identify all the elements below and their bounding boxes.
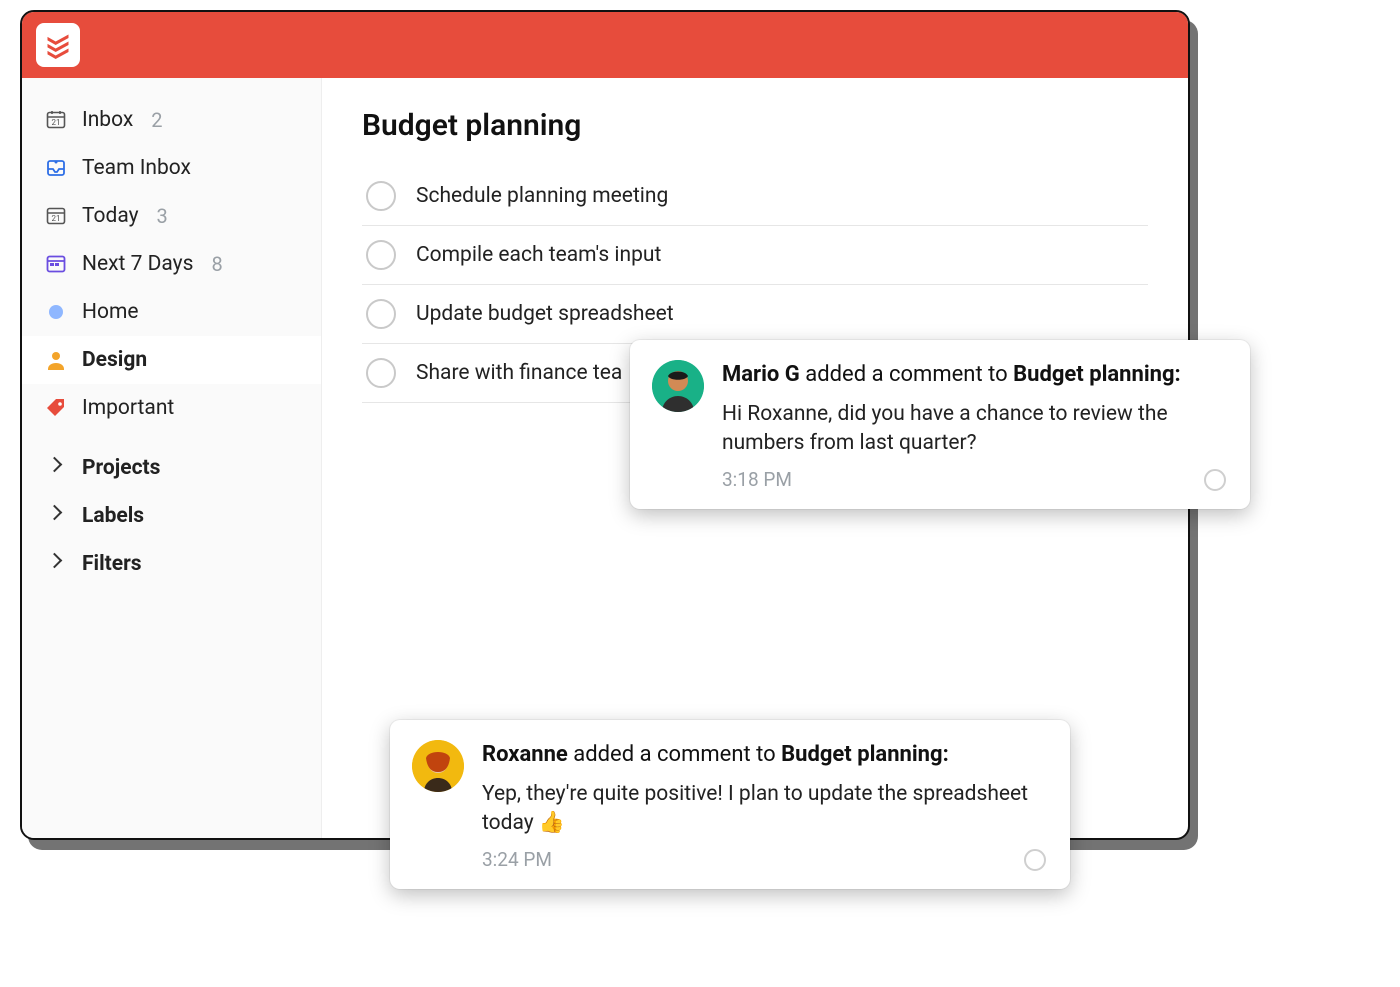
- task-row[interactable]: Update budget spreadsheet: [362, 285, 1148, 344]
- sidebar-item-design[interactable]: Design: [22, 336, 321, 384]
- person-icon: [44, 348, 68, 372]
- svg-text:21: 21: [52, 118, 61, 127]
- inbox-calendar-icon: 21: [44, 108, 68, 132]
- task-checkbox[interactable]: [366, 181, 396, 211]
- team-inbox-icon: [44, 156, 68, 180]
- sidebar-section-label: Projects: [82, 456, 160, 480]
- notification-target: Budget planning:: [781, 742, 949, 767]
- chevron-right-icon: [44, 456, 68, 480]
- sidebar-item-count: 8: [211, 252, 222, 276]
- task-row[interactable]: Compile each team's input: [362, 226, 1148, 285]
- page-title: Budget planning: [362, 108, 1148, 143]
- notification-unread-indicator[interactable]: [1204, 469, 1226, 491]
- app-logo[interactable]: [36, 23, 80, 67]
- notification-unread-indicator[interactable]: [1024, 849, 1046, 871]
- sidebar-item-next7[interactable]: Next 7 Days 8: [22, 240, 321, 288]
- sidebar-item-label: Home: [82, 300, 139, 324]
- notification-action: added a comment to: [568, 742, 781, 767]
- notification-time: 3:24 PM: [482, 848, 552, 871]
- sidebar-item-count: 3: [157, 204, 168, 228]
- sidebar-item-home[interactable]: Home: [22, 288, 321, 336]
- sidebar-item-label: Next 7 Days: [82, 252, 193, 276]
- sidebar-item-inbox[interactable]: 21 Inbox 2: [22, 96, 321, 144]
- task-checkbox[interactable]: [366, 240, 396, 270]
- sidebar-item-label: Today: [82, 204, 139, 228]
- sidebar-section-label: Labels: [82, 504, 144, 528]
- notification-time: 3:18 PM: [722, 468, 792, 491]
- notification-target: Budget planning:: [1013, 362, 1181, 387]
- task-row[interactable]: Schedule planning meeting: [362, 167, 1148, 226]
- notification-title: Mario G added a comment to Budget planni…: [722, 360, 1226, 390]
- sidebar-section-filters[interactable]: Filters: [22, 540, 321, 588]
- todoist-logo-icon: [44, 31, 72, 59]
- sidebar-item-label: Inbox: [82, 108, 133, 132]
- sidebar: 21 Inbox 2 Team Inbox: [22, 78, 322, 838]
- svg-text:21: 21: [52, 214, 61, 223]
- notification-card[interactable]: Roxanne added a comment to Budget planni…: [390, 720, 1070, 889]
- task-label: Schedule planning meeting: [416, 184, 668, 208]
- avatar: [412, 740, 464, 792]
- sidebar-item-important[interactable]: Important: [22, 384, 321, 432]
- sidebar-item-team-inbox[interactable]: Team Inbox: [22, 144, 321, 192]
- task-checkbox[interactable]: [366, 358, 396, 388]
- task-label: Compile each team's input: [416, 243, 661, 267]
- notification-text: Hi Roxanne, did you have a chance to rev…: [722, 400, 1226, 459]
- dot-icon: [44, 300, 68, 324]
- notification-user: Mario G: [722, 362, 800, 387]
- notification-text: Yep, they're quite positive! I plan to u…: [482, 780, 1046, 839]
- avatar: [652, 360, 704, 412]
- tag-icon: [44, 396, 68, 420]
- task-label: Share with finance tea: [416, 361, 622, 385]
- sidebar-item-today[interactable]: 21 Today 3: [22, 192, 321, 240]
- sidebar-section-label: Filters: [82, 552, 142, 576]
- notification-card[interactable]: Mario G added a comment to Budget planni…: [630, 340, 1250, 509]
- sidebar-item-label: Important: [82, 396, 174, 420]
- titlebar: [22, 12, 1188, 78]
- sidebar-item-label: Team Inbox: [82, 156, 191, 180]
- task-checkbox[interactable]: [366, 299, 396, 329]
- notification-user: Roxanne: [482, 742, 568, 767]
- next7-icon: [44, 252, 68, 276]
- today-icon: 21: [44, 204, 68, 228]
- chevron-right-icon: [44, 504, 68, 528]
- notification-title: Roxanne added a comment to Budget planni…: [482, 740, 1046, 770]
- sidebar-section-labels[interactable]: Labels: [22, 492, 321, 540]
- thumbs-up-emoji: 👍: [539, 809, 565, 838]
- sidebar-section-projects[interactable]: Projects: [22, 444, 321, 492]
- chevron-right-icon: [44, 552, 68, 576]
- sidebar-item-count: 2: [151, 108, 162, 132]
- notification-action: added a comment to: [800, 362, 1013, 387]
- sidebar-item-label: Design: [82, 348, 147, 372]
- task-label: Update budget spreadsheet: [416, 302, 674, 326]
